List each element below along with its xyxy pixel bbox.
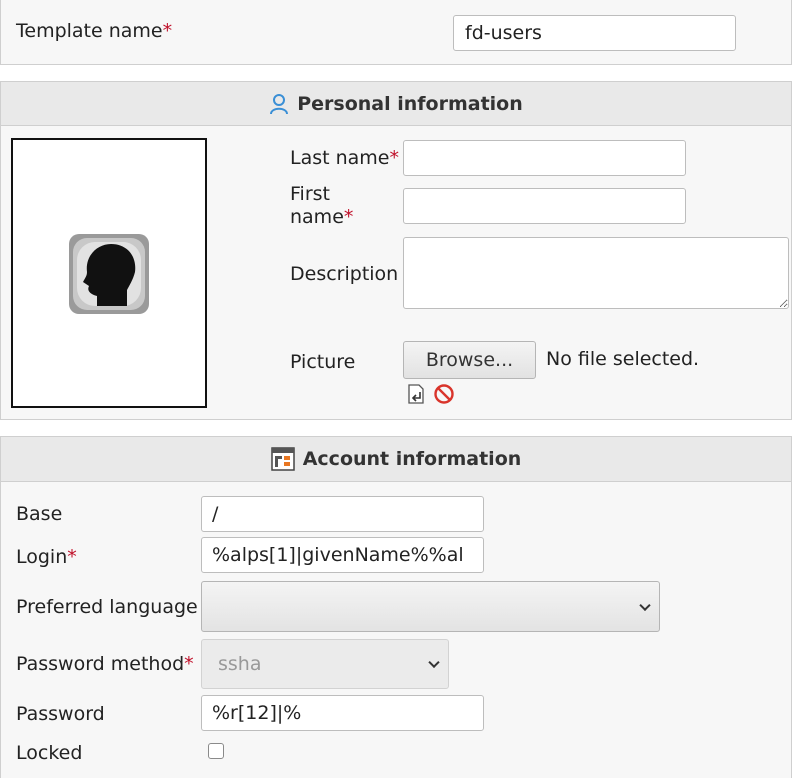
required-mark: *: [184, 653, 194, 675]
remove-picture-icon[interactable]: [433, 383, 455, 409]
required-mark: *: [162, 20, 173, 42]
last-name-label: Last name*: [290, 147, 399, 169]
password-method-label-text: Password method: [16, 653, 185, 675]
template-section: Template name*: [0, 0, 792, 65]
chevron-down-icon: [639, 599, 651, 611]
description-textarea[interactable]: [403, 237, 789, 309]
first-name-label-line1: First: [290, 183, 330, 205]
account-information-title: Account information: [302, 448, 522, 470]
login-input[interactable]: [201, 537, 484, 573]
account-information-section: Account information Base Login* Preferre…: [0, 436, 792, 778]
required-mark: *: [343, 206, 354, 228]
account-card-icon: [270, 447, 295, 471]
password-method-select[interactable]: ssha: [201, 639, 449, 689]
personal-information-title: Personal information: [297, 92, 523, 115]
locked-label: Locked: [16, 742, 83, 764]
template-name-input[interactable]: [453, 15, 736, 51]
user-photo: [11, 138, 207, 408]
first-name-label-line2: name: [290, 206, 344, 228]
required-mark: *: [389, 147, 400, 169]
account-information-header: Account information: [1, 437, 791, 482]
user-icon: [269, 93, 289, 115]
base-label: Base: [16, 503, 63, 525]
personal-information-section: Personal information Last name* First na…: [0, 81, 792, 420]
locked-checkbox[interactable]: [208, 743, 224, 759]
first-name-label: First name*: [290, 183, 353, 229]
last-name-label-text: Last name: [290, 147, 390, 169]
required-mark: *: [67, 546, 77, 568]
chevron-down-icon: [428, 656, 440, 669]
last-name-input[interactable]: [403, 140, 686, 176]
preferred-language-select[interactable]: [201, 581, 660, 632]
login-label-text: Login: [16, 546, 68, 568]
picture-label: Picture: [290, 351, 356, 373]
password-method-label: Password method*: [16, 653, 194, 675]
head-silhouette-icon: [67, 232, 151, 320]
password-label: Password: [16, 703, 105, 725]
preferred-language-label: Preferred language: [16, 596, 198, 618]
first-name-input[interactable]: [403, 188, 686, 224]
template-name-label: Template name*: [16, 20, 172, 42]
personal-information-header: Personal information: [1, 82, 791, 126]
description-label: Description: [290, 263, 399, 285]
browse-button[interactable]: Browse...: [403, 341, 536, 379]
upload-picture-icon[interactable]: [406, 383, 428, 409]
password-input[interactable]: [201, 695, 484, 731]
base-input[interactable]: [201, 496, 484, 532]
password-method-value: ssha: [218, 653, 262, 675]
login-label: Login*: [16, 546, 77, 568]
template-name-label-text: Template name: [16, 20, 163, 42]
no-file-selected-text: No file selected.: [546, 348, 700, 370]
